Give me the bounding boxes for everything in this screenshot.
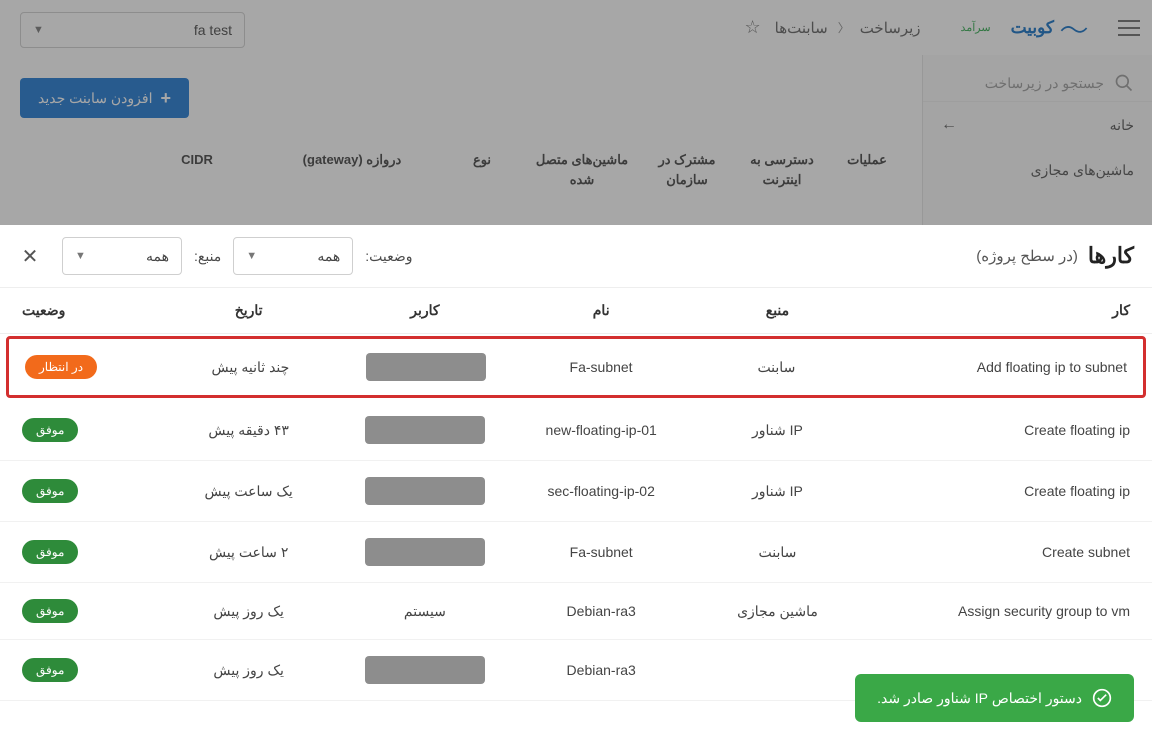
- task-source: سابنت: [694, 544, 862, 561]
- menu-icon[interactable]: [1112, 14, 1140, 42]
- task-resource: Fa-subnet: [509, 359, 693, 375]
- tasks-toolbar: کارها (در سطح پروژه) وضعیت: همه ▼ منبع: …: [0, 225, 1152, 288]
- task-resource: new-floating-ip-01: [509, 422, 694, 438]
- sidebar-item-home[interactable]: خانه ←: [923, 101, 1152, 148]
- task-date: یک روز پیش: [156, 662, 341, 679]
- close-icon[interactable]: ✕: [18, 244, 42, 268]
- user-redacted: [365, 656, 485, 684]
- task-user: [341, 538, 509, 566]
- star-icon[interactable]: ☆: [744, 17, 760, 38]
- task-status: موفق: [22, 418, 156, 442]
- task-name: Assign security group to vm: [861, 603, 1130, 619]
- task-status: موفق: [22, 479, 156, 503]
- caret-down-icon: ▼: [33, 24, 44, 36]
- task-status: در انتظار: [25, 355, 159, 379]
- task-user: [342, 353, 509, 381]
- user-redacted: [365, 477, 485, 505]
- task-name: Add floating ip to subnet: [860, 359, 1127, 375]
- status-badge: موفق: [22, 540, 78, 564]
- task-date: ۴۳ دقیقه پیش: [156, 422, 341, 439]
- plus-icon: +: [160, 88, 171, 109]
- user-redacted: [366, 353, 486, 381]
- sidebar: جستجو در زیرساخت خانه ← ماشین‌های مجازی: [922, 55, 1152, 225]
- status-badge: موفق: [22, 658, 78, 682]
- success-toast: دستور اختصاص IP شناور صادر شد.: [855, 674, 1134, 722]
- task-resource: Fa-subnet: [509, 544, 694, 560]
- task-row[interactable]: Create floating ipIP شناورnew-floating-i…: [0, 400, 1152, 461]
- task-resource: Debian-ra3: [509, 603, 694, 619]
- tasks-title: کارها: [1088, 243, 1134, 269]
- status-filter-label: وضعیت:: [365, 248, 412, 265]
- add-subnet-button[interactable]: + افزودن سابنت جدید: [20, 78, 189, 118]
- side-brand: سرآمد: [961, 21, 991, 34]
- task-source: سابنت: [693, 359, 860, 376]
- brand-text: کوبیت: [1011, 18, 1054, 38]
- check-circle-icon: [1092, 688, 1112, 708]
- task-status: موفق: [22, 658, 156, 682]
- task-row[interactable]: Create subnetسابنتFa-subnet ۲ ساعت پیش موف…: [0, 522, 1152, 583]
- status-badge: موفق: [22, 418, 78, 442]
- task-source: ماشین مجازی: [694, 603, 862, 620]
- breadcrumb: زیرساخت 〈 سابنت‌ها ☆: [744, 17, 920, 38]
- project-name: fa test: [194, 22, 232, 38]
- task-row[interactable]: Assign security group to vmماشین مجازیDe…: [0, 583, 1152, 640]
- task-resource: Debian-ra3: [509, 662, 694, 678]
- task-user: [341, 416, 509, 444]
- task-name: Create subnet: [861, 544, 1130, 560]
- status-badge: در انتظار: [25, 355, 97, 379]
- task-name: Create floating ip: [861, 422, 1130, 438]
- status-badge: موفق: [22, 479, 78, 503]
- tasks-scope: (در سطح پروژه): [976, 247, 1078, 265]
- source-filter-label: منبع:: [194, 248, 221, 265]
- sidebar-search[interactable]: جستجو در زیرساخت: [923, 65, 1152, 101]
- task-row[interactable]: Add floating ip to subnetسابنتFa-subnet چ…: [6, 336, 1146, 398]
- arrow-left-icon: ←: [941, 116, 957, 134]
- search-icon: [1114, 73, 1134, 93]
- task-user: [341, 477, 509, 505]
- task-user: سیستم: [341, 603, 509, 620]
- crumb-root[interactable]: زیرساخت: [860, 19, 921, 37]
- task-user: [341, 656, 509, 684]
- crumb-leaf[interactable]: سابنت‌ها: [775, 19, 828, 37]
- logo[interactable]: کوبیت: [1011, 18, 1088, 38]
- user-redacted: [365, 416, 485, 444]
- status-filter[interactable]: همه ▼: [233, 237, 353, 275]
- task-date: ۲ ساعت پیش: [156, 544, 341, 561]
- caret-down-icon: ▼: [75, 250, 86, 262]
- caret-down-icon: ▼: [246, 250, 257, 262]
- task-name: Create floating ip: [861, 483, 1130, 499]
- subnet-table-header: عملیات دسترسی به اینترنت مشترک در سازمان…: [20, 150, 907, 189]
- sidebar-item-vms[interactable]: ماشین‌های مجازی: [923, 148, 1152, 193]
- app-header: کوبیت سرآمد زیرساخت 〈 سابنت‌ها ☆ fa test…: [0, 0, 1152, 55]
- search-placeholder: جستجو در زیرساخت: [985, 75, 1104, 92]
- tasks-panel: کارها (در سطح پروژه) وضعیت: همه ▼ منبع: …: [0, 225, 1152, 752]
- task-source: IP شناور: [694, 422, 862, 439]
- tasks-table-header: کار منبع نام کاربر تاریخ وضعیت: [0, 288, 1152, 334]
- task-status: موفق: [22, 540, 156, 564]
- user-redacted: [365, 538, 485, 566]
- source-filter[interactable]: همه ▼: [62, 237, 182, 275]
- task-date: یک ساعت پیش: [156, 483, 341, 500]
- task-source: IP شناور: [694, 483, 862, 500]
- tasks-table-body: Add floating ip to subnetسابنتFa-subnetچ…: [0, 336, 1152, 701]
- task-date: یک روز پیش: [156, 603, 341, 620]
- chevron-left-icon: 〈: [838, 19, 850, 36]
- task-resource: sec-floating-ip-02: [509, 483, 694, 499]
- task-status: موفق: [22, 599, 156, 623]
- wave-icon: [1060, 22, 1088, 34]
- task-date: چند ثانیه پیش: [159, 359, 343, 376]
- status-badge: موفق: [22, 599, 78, 623]
- task-row[interactable]: Create floating ipIP شناورsec-floating-i…: [0, 461, 1152, 522]
- project-selector[interactable]: fa test ▼: [20, 12, 245, 48]
